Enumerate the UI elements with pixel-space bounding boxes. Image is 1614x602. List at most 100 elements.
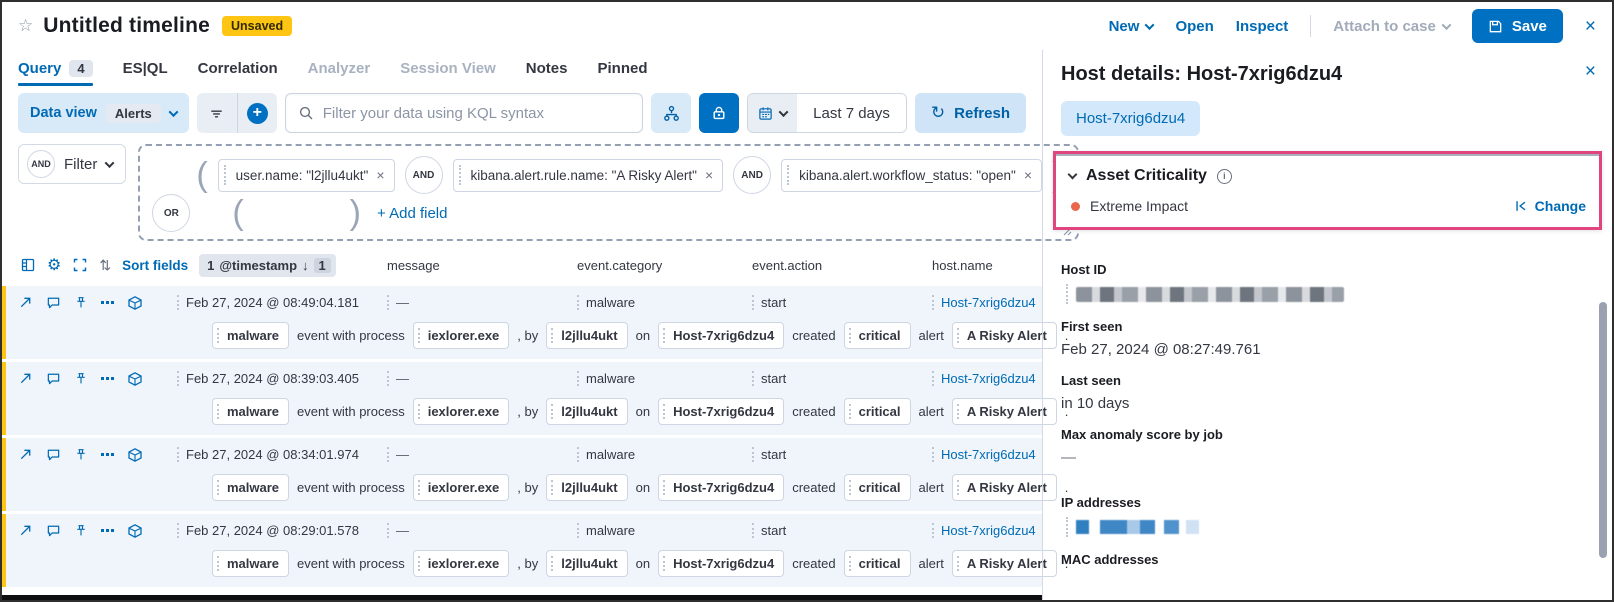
tab-analyzer[interactable]: Analyzer — [308, 50, 371, 86]
message-cell[interactable]: — — [387, 523, 577, 538]
query-pill-rule-name[interactable]: kibana.alert.rule.name: "A Risky Alert" … — [452, 158, 724, 192]
host-name-link[interactable]: Host-7xrig6dzu4 — [941, 371, 1036, 386]
add-field-button[interactable]: + Add field — [377, 205, 447, 222]
asset-criticality-header[interactable]: Asset Criticality i — [1067, 167, 1586, 185]
event-action-cell[interactable]: start — [752, 523, 932, 538]
time-range-value[interactable]: Last 7 days — [797, 94, 906, 132]
process-pill[interactable]: iexlorer.exe — [412, 398, 510, 425]
panel-scrollbar[interactable] — [1599, 302, 1607, 558]
filter-menu-button[interactable] — [197, 93, 237, 133]
event-rendering-button[interactable] — [651, 93, 692, 133]
event-action-cell[interactable]: start — [752, 371, 932, 386]
severity-pill[interactable]: critical — [843, 474, 911, 501]
pin-event-icon[interactable] — [74, 295, 88, 310]
message-cell[interactable]: — — [387, 295, 577, 310]
host-pill[interactable]: Host-7xrig6dzu4 — [658, 322, 785, 349]
host-name-cell[interactable]: Host-7xrig6dzu4 — [932, 447, 1042, 462]
expand-event-icon[interactable] — [18, 371, 33, 386]
pin-event-icon[interactable] — [74, 447, 88, 462]
info-icon[interactable]: i — [1216, 168, 1232, 184]
remove-pill-icon[interactable]: × — [374, 167, 393, 183]
add-filter-button[interactable]: + — [236, 93, 277, 133]
remove-pill-icon[interactable]: × — [1022, 167, 1041, 183]
category-pill[interactable]: malware — [212, 550, 290, 577]
message-cell[interactable]: — — [387, 447, 577, 462]
host-name-cell[interactable]: Host-7xrig6dzu4 — [932, 523, 1042, 538]
tab-query[interactable]: Query 4 — [18, 50, 93, 86]
sort-arrows-icon[interactable]: ⇅ — [99, 257, 111, 274]
event-category-cell[interactable]: malware — [577, 447, 752, 462]
close-timeline-icon[interactable]: × — [1585, 17, 1596, 36]
host-name-chip[interactable]: Host-7xrig6dzu4 — [1061, 101, 1201, 136]
host-pill[interactable]: Host-7xrig6dzu4 — [658, 398, 785, 425]
category-pill[interactable]: malware — [212, 322, 290, 349]
remove-pill-icon[interactable]: × — [703, 167, 722, 183]
column-header-event-action[interactable]: event.action — [752, 258, 932, 273]
process-pill[interactable]: iexlorer.exe — [412, 550, 510, 577]
more-actions-icon[interactable] — [101, 377, 114, 380]
close-panel-icon[interactable]: × — [1585, 62, 1596, 81]
host-name-cell[interactable]: Host-7xrig6dzu4 — [932, 295, 1042, 310]
analyze-event-icon[interactable] — [127, 447, 143, 463]
analyze-event-icon[interactable] — [127, 295, 143, 311]
host-name-link[interactable]: Host-7xrig6dzu4 — [941, 447, 1036, 462]
date-picker-calendar-button[interactable] — [748, 94, 798, 132]
user-pill[interactable]: l2jllu4ukt — [546, 550, 628, 577]
category-pill[interactable]: malware — [212, 474, 290, 501]
filter-operator-button[interactable]: AND Filter — [18, 144, 127, 184]
event-action-cell[interactable]: start — [752, 447, 932, 462]
message-cell[interactable]: — — [387, 371, 577, 386]
tab-pinned[interactable]: Pinned — [597, 50, 647, 86]
severity-pill[interactable]: critical — [843, 398, 911, 425]
kql-search-input[interactable] — [322, 104, 631, 122]
more-actions-icon[interactable] — [101, 529, 114, 532]
pin-event-icon[interactable] — [74, 371, 88, 386]
columns-icon[interactable] — [20, 257, 36, 273]
user-pill[interactable]: l2jllu4ukt — [546, 474, 628, 501]
timestamp-cell[interactable]: Feb 27, 2024 @ 08:29:01.578 — [177, 523, 387, 538]
process-pill[interactable]: iexlorer.exe — [412, 322, 510, 349]
event-category-cell[interactable]: malware — [577, 523, 752, 538]
more-actions-icon[interactable] — [101, 301, 114, 304]
add-note-icon[interactable] — [46, 523, 61, 538]
expand-event-icon[interactable] — [18, 447, 33, 462]
event-category-cell[interactable]: malware — [577, 295, 752, 310]
date-picker[interactable]: Last 7 days — [747, 93, 907, 133]
pin-event-icon[interactable] — [74, 523, 88, 538]
event-action-cell[interactable]: start — [752, 295, 932, 310]
sort-fields-button[interactable]: Sort fields — [122, 258, 188, 273]
inspect-button[interactable]: Inspect — [1236, 18, 1289, 35]
host-name-link[interactable]: Host-7xrig6dzu4 — [941, 295, 1036, 310]
process-pill[interactable]: iexlorer.exe — [412, 474, 510, 501]
timestamp-cell[interactable]: Feb 27, 2024 @ 08:39:03.405 — [177, 371, 387, 386]
save-button[interactable]: Save — [1471, 9, 1563, 43]
category-pill[interactable]: malware — [212, 398, 290, 425]
add-note-icon[interactable] — [46, 447, 61, 462]
host-name-cell[interactable]: Host-7xrig6dzu4 — [932, 371, 1042, 386]
severity-pill[interactable]: critical — [843, 322, 911, 349]
host-pill[interactable]: Host-7xrig6dzu4 — [658, 550, 785, 577]
column-header-event-category[interactable]: event.category — [577, 258, 752, 273]
expand-event-icon[interactable] — [18, 523, 33, 538]
column-header-message[interactable]: message — [387, 258, 577, 273]
lock-date-picker-button[interactable] — [699, 93, 740, 133]
add-note-icon[interactable] — [46, 295, 61, 310]
user-pill[interactable]: l2jllu4ukt — [546, 398, 628, 425]
tab-notes[interactable]: Notes — [526, 50, 568, 86]
query-pill-user-name[interactable]: user.name: "l2jllu4ukt" × — [217, 158, 395, 192]
attach-to-case-button[interactable]: Attach to case — [1333, 18, 1452, 35]
tab-esql[interactable]: ES|QL — [123, 50, 168, 86]
tab-session-view[interactable]: Session View — [400, 50, 496, 86]
expand-event-icon[interactable] — [18, 295, 33, 310]
more-actions-icon[interactable] — [101, 453, 114, 456]
open-button[interactable]: Open — [1175, 18, 1213, 35]
timestamp-sort-pill[interactable]: 1 @timestamp ↓ 1 — [199, 253, 336, 277]
tab-correlation[interactable]: Correlation — [198, 50, 278, 86]
favorite-star-icon[interactable]: ☆ — [18, 16, 33, 36]
user-pill[interactable]: l2jllu4ukt — [546, 322, 628, 349]
analyze-event-icon[interactable] — [127, 523, 143, 539]
refresh-button[interactable]: ↻ Refresh — [914, 93, 1026, 133]
analyze-event-icon[interactable] — [127, 371, 143, 387]
new-menu-button[interactable]: New — [1109, 18, 1155, 35]
fullscreen-icon[interactable] — [72, 257, 88, 273]
